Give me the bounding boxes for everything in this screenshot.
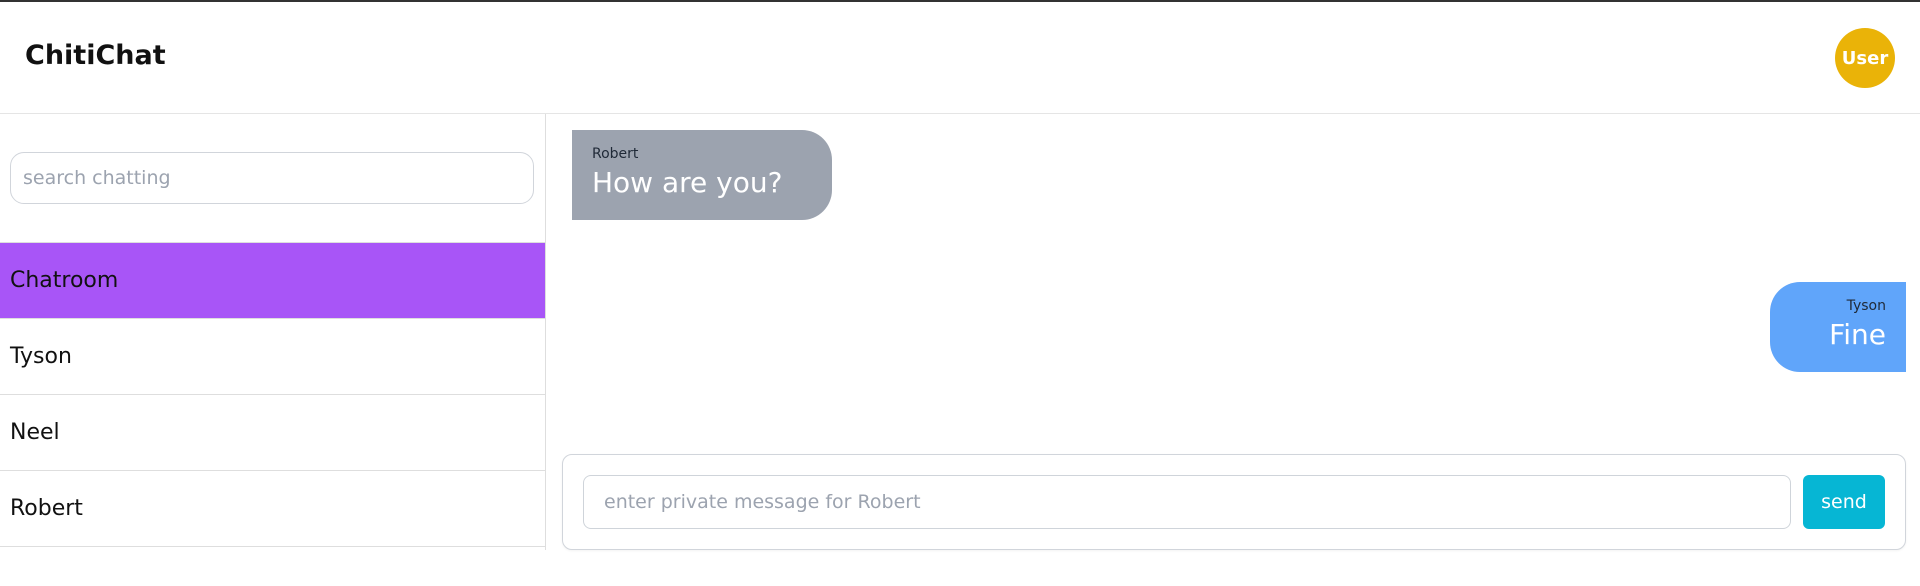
message-sender: Robert (592, 146, 639, 162)
app-title: ChitiChat (25, 40, 166, 71)
chat-item-robert[interactable]: Robert (0, 471, 545, 547)
message-text: How are you? (592, 166, 783, 199)
message-area: Robert How are you? Tyson Fine (546, 114, 1920, 444)
app-header: ChitiChat User (0, 2, 1920, 114)
message-bubble-outgoing: Tyson Fine (1770, 282, 1906, 372)
chat-item-neel[interactable]: Neel (0, 395, 545, 471)
chat-item-tyson[interactable]: Tyson (0, 319, 545, 395)
message-composer: send (562, 454, 1906, 550)
search-chat-input[interactable] (10, 152, 534, 204)
chat-item-chatroom[interactable]: Chatroom (0, 243, 545, 319)
send-button[interactable]: send (1803, 475, 1885, 529)
message-bubble-incoming: Robert How are you? (572, 130, 832, 220)
chat-list: Chatroom Tyson Neel Robert (0, 242, 545, 547)
chat-sidebar: Chatroom Tyson Neel Robert (0, 114, 546, 550)
message-sender: Tyson (1846, 298, 1886, 314)
user-avatar[interactable]: User (1835, 28, 1895, 88)
message-input[interactable] (583, 475, 1791, 529)
message-text: Fine (1829, 318, 1886, 351)
